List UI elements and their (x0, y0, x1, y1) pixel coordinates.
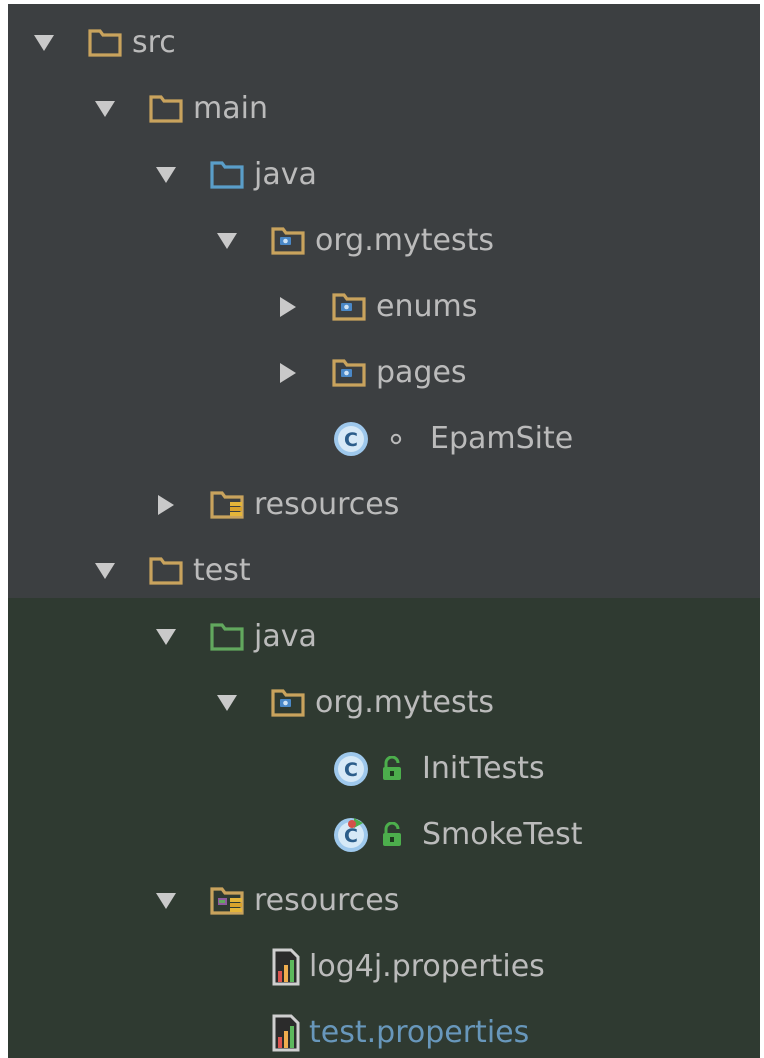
chevron-down-icon[interactable] (91, 100, 119, 118)
test-class-icon: C (332, 816, 370, 854)
public-lock-icon (380, 822, 404, 848)
tree-node-java[interactable]: java (8, 142, 760, 208)
folder-icon (149, 555, 185, 587)
tree-node-label: InitTests (422, 751, 545, 786)
source-folder-icon (210, 159, 246, 191)
class-icon: C (332, 750, 370, 788)
tree-node-label: test (193, 553, 251, 588)
tree-node-smoketest[interactable]: C SmokeTest (8, 802, 760, 868)
tree-node-java[interactable]: java (8, 604, 760, 670)
tree-node-org-mytests[interactable]: org.mytests (8, 208, 760, 274)
chevron-right-icon[interactable] (274, 296, 302, 318)
public-lock-icon (380, 756, 404, 782)
chevron-down-icon[interactable] (91, 562, 119, 580)
class-icon: C (332, 420, 370, 458)
tree-node-label: pages (376, 355, 467, 390)
chevron-down-icon[interactable] (30, 34, 58, 52)
tree-node-src[interactable]: src (8, 10, 760, 76)
properties-file-icon (271, 948, 301, 986)
tree-node-label: log4j.properties (309, 949, 545, 984)
package-icon (271, 687, 307, 719)
test-source-folder-icon (210, 621, 246, 653)
tree-node-label: resources (254, 883, 400, 918)
tree-node-label: resources (254, 487, 400, 522)
chevron-right-icon[interactable] (274, 362, 302, 384)
project-tree: src main java org.mytests enums pages C EpamSit… (8, 4, 760, 1058)
tree-node-label: org.mytests (315, 223, 494, 258)
tree-node-org-mytests[interactable]: org.mytests (8, 670, 760, 736)
tree-node-inittests[interactable]: C InitTests (8, 736, 760, 802)
tree-node-label: main (193, 91, 268, 126)
chevron-down-icon[interactable] (152, 166, 180, 184)
tree-node-label: java (254, 157, 317, 192)
tree-node-test-properties[interactable]: test.properties (8, 1000, 760, 1058)
chevron-down-icon[interactable] (213, 232, 241, 250)
tree-node-resources[interactable]: resources (8, 868, 760, 934)
test-resources-folder-icon (210, 885, 246, 917)
package-icon (332, 357, 368, 389)
tree-node-enums[interactable]: enums (8, 274, 760, 340)
tree-node-label: test.properties (309, 1015, 530, 1050)
folder-icon (149, 93, 185, 125)
tree-node-log4j-properties[interactable]: log4j.properties (8, 934, 760, 1000)
tree-node-label: EpamSite (430, 421, 574, 456)
tree-node-label: enums (376, 289, 478, 324)
package-private-icon (388, 431, 404, 447)
tree-node-label: SmokeTest (422, 817, 583, 852)
tree-node-label: org.mytests (315, 685, 494, 720)
tree-node-resources[interactable]: resources (8, 472, 760, 538)
tree-node-pages[interactable]: pages (8, 340, 760, 406)
chevron-right-icon[interactable] (152, 494, 180, 516)
package-icon (271, 225, 307, 257)
chevron-down-icon[interactable] (213, 694, 241, 712)
tree-node-label: java (254, 619, 317, 654)
svg-text:C: C (344, 825, 358, 847)
svg-text:C: C (344, 759, 358, 781)
resources-folder-icon (210, 489, 246, 521)
chevron-down-icon[interactable] (152, 892, 180, 910)
svg-text:C: C (344, 429, 358, 451)
tree-node-test[interactable]: test (8, 538, 760, 604)
folder-icon (88, 27, 124, 59)
tree-node-label: src (132, 25, 176, 60)
chevron-down-icon[interactable] (152, 628, 180, 646)
properties-file-icon (271, 1014, 301, 1052)
tree-node-main[interactable]: main (8, 76, 760, 142)
tree-node-epamsite[interactable]: C EpamSite (8, 406, 760, 472)
package-icon (332, 291, 368, 323)
